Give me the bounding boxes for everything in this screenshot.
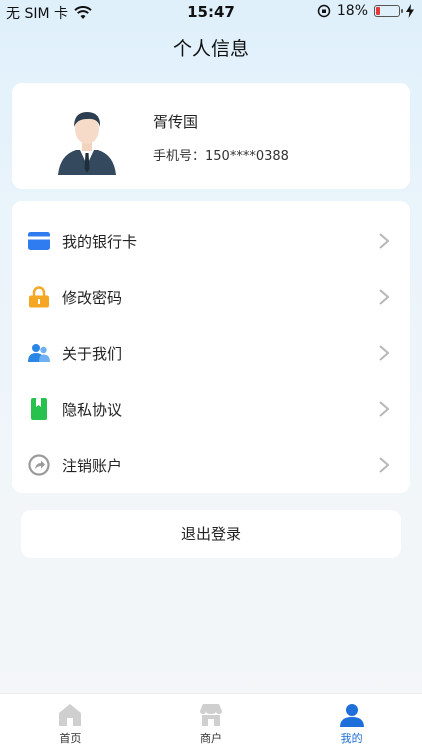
profile-card[interactable]: 胥传国 手机号：150****0388 [12, 83, 410, 189]
menu-label: 修改密码 [62, 289, 123, 307]
shop-icon [200, 704, 222, 726]
chevron-right-icon [379, 401, 390, 417]
battery-percent: 18% [336, 3, 368, 19]
avatar [58, 112, 116, 175]
menu-item-bank-card[interactable]: 我的银行卡 [12, 213, 410, 269]
user-icon [339, 704, 364, 727]
user-phone: 手机号：150****0388 [153, 149, 289, 164]
battery-icon [374, 5, 403, 17]
menu-label: 关于我们 [62, 345, 123, 363]
menu-card: 我的银行卡 修改密码 关于我们 隐私协议 注销账户 [12, 201, 410, 493]
users-icon [28, 344, 50, 362]
book-icon [31, 398, 47, 420]
status-bar: 无 SIM 卡 15:47 18% [0, 0, 422, 24]
logout-circle-icon [28, 454, 50, 476]
menu-label: 我的银行卡 [62, 233, 138, 251]
tab-label: 首页 [59, 732, 82, 745]
user-name: 胥传国 [153, 113, 199, 131]
menu-label: 隐私协议 [62, 401, 123, 419]
menu-item-change-password[interactable]: 修改密码 [12, 269, 410, 325]
chevron-right-icon [379, 233, 390, 249]
menu-label: 注销账户 [62, 457, 123, 475]
page-title: 个人信息 [172, 38, 249, 60]
lock-icon [29, 286, 49, 308]
menu-item-privacy-policy[interactable]: 隐私协议 [12, 381, 410, 437]
bank-card-icon [28, 232, 50, 250]
menu-item-about-us[interactable]: 关于我们 [12, 325, 410, 381]
battery-fill [376, 7, 380, 15]
status-right: 18% [317, 3, 414, 19]
orientation-lock-icon [317, 4, 331, 18]
tab-label: 商户 [200, 732, 222, 745]
chevron-right-icon [379, 457, 390, 473]
charging-icon [406, 4, 414, 18]
tab-mine[interactable]: 我的 [281, 694, 422, 750]
chevron-right-icon [379, 345, 390, 361]
tab-bar: 首页 商户 我的 [0, 693, 422, 750]
chevron-right-icon [379, 289, 390, 305]
menu-item-cancel-account[interactable]: 注销账户 [12, 437, 410, 493]
logout-button[interactable]: 退出登录 [21, 510, 401, 558]
tab-home[interactable]: 首页 [0, 694, 141, 750]
tab-label: 我的 [340, 732, 363, 745]
tab-merchant[interactable]: 商户 [141, 694, 282, 750]
home-icon [59, 704, 82, 726]
